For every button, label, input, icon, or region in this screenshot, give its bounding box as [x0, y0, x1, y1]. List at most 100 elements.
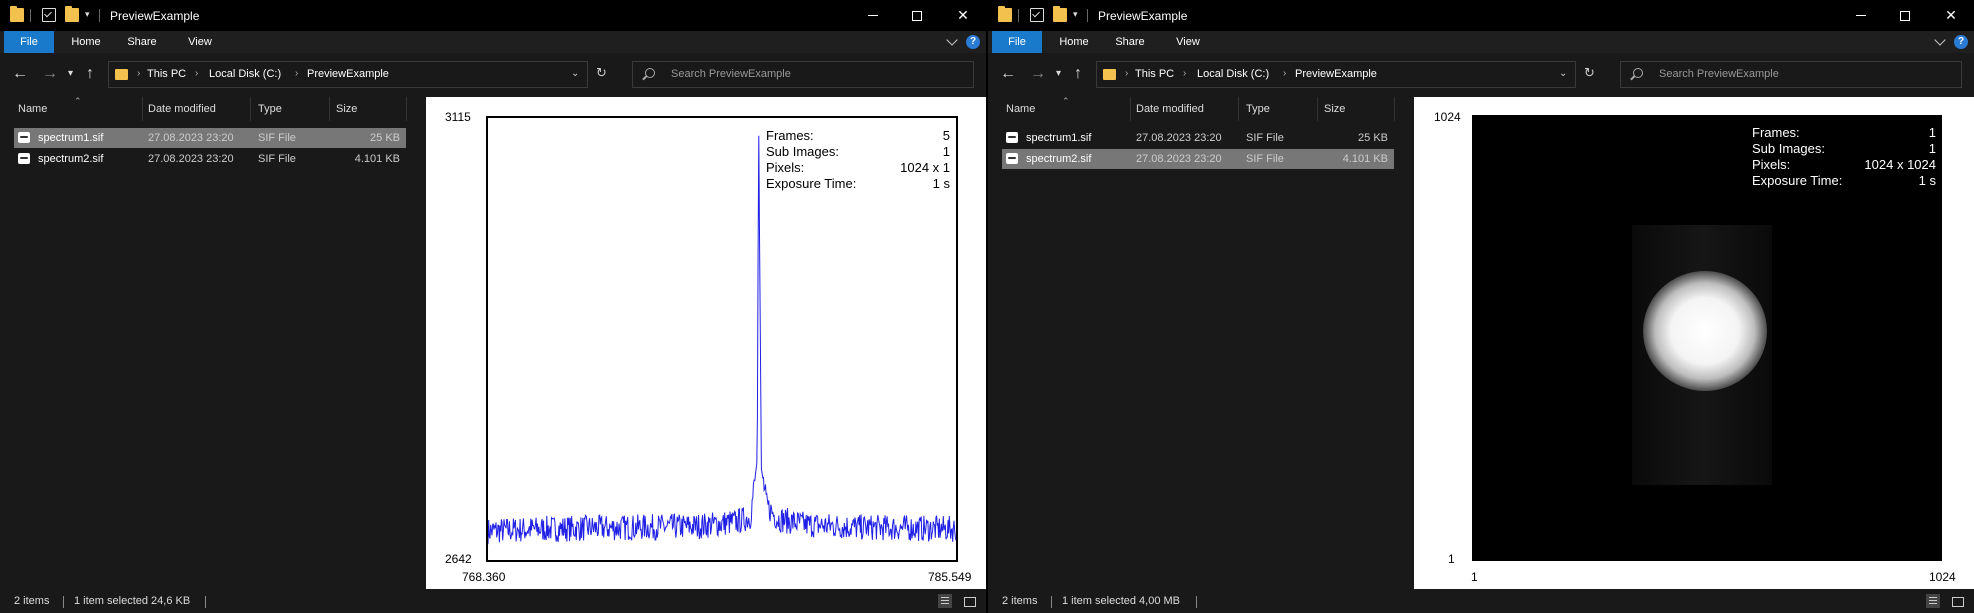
column-size[interactable]: Size — [1324, 103, 1345, 115]
maximize-button[interactable] — [1882, 0, 1928, 31]
large-icons-view-icon[interactable] — [962, 594, 976, 608]
chevron-right-icon[interactable]: › — [195, 68, 198, 79]
forward-arrow-icon[interactable]: → — [42, 65, 58, 83]
customize-toolbar-icon[interactable]: ▾ — [85, 9, 90, 20]
close-button[interactable]: ✕ — [1928, 0, 1974, 31]
x-min-label: 1 — [1471, 570, 1478, 584]
chevron-down-icon[interactable]: ⌄ — [1559, 68, 1567, 79]
file-type: SIF File — [1246, 132, 1284, 144]
x-min-label: 768.360 — [462, 570, 506, 584]
address-bar[interactable]: › This PC › Local Disk (C:) › PreviewExa… — [108, 61, 588, 88]
file-size: 4.101 KB — [354, 153, 400, 165]
chevron-right-icon[interactable]: › — [137, 68, 140, 79]
divider[interactable] — [1130, 97, 1131, 121]
minimize-button[interactable] — [850, 0, 896, 31]
search-box[interactable]: Search PreviewExample — [1620, 61, 1962, 88]
file-date: 27.08.2023 23:20 — [1136, 132, 1222, 144]
y-max-label: 1024 — [1434, 110, 1461, 124]
divider[interactable] — [250, 97, 251, 121]
column-name[interactable]: Name — [18, 103, 47, 115]
expand-ribbon-icon[interactable] — [946, 34, 958, 46]
column-type[interactable]: Type — [258, 103, 282, 115]
list-item[interactable]: spectrum1.sif 27.08.2023 23:20 SIF File … — [1002, 128, 1394, 148]
chevron-right-icon[interactable]: › — [1283, 68, 1286, 79]
recent-locations-icon[interactable]: ▾ — [68, 68, 73, 79]
back-arrow-icon[interactable]: ← — [12, 65, 28, 83]
new-folder-icon[interactable] — [1053, 6, 1067, 22]
x-max-label: 1024 — [1929, 570, 1956, 584]
tab-view[interactable]: View — [178, 31, 222, 53]
back-arrow-icon[interactable]: ← — [1000, 65, 1016, 83]
column-date-modified[interactable]: Date modified — [1136, 103, 1204, 115]
column-type[interactable]: Type — [1246, 103, 1270, 115]
tab-home[interactable]: Home — [64, 31, 108, 53]
file-date: 27.08.2023 23:20 — [148, 132, 234, 144]
tab-share[interactable]: Share — [120, 31, 164, 53]
breadcrumb-folder[interactable]: PreviewExample — [307, 68, 389, 80]
customize-toolbar-icon[interactable]: ▾ — [1073, 9, 1078, 20]
preview-pane: 3115 2642 768.360 785.549 Frames: 5 Sub I… — [426, 97, 986, 589]
divider[interactable] — [329, 97, 330, 121]
refresh-icon[interactable]: ↻ — [1584, 65, 1595, 81]
info-row: Frames: 1 — [1752, 125, 1936, 140]
divider — [30, 9, 31, 22]
chevron-right-icon[interactable]: › — [1125, 68, 1128, 79]
list-item[interactable]: spectrum2.sif 27.08.2023 23:20 SIF File … — [1002, 149, 1394, 169]
refresh-icon[interactable]: ↻ — [596, 65, 607, 81]
chevron-right-icon[interactable]: › — [1183, 68, 1186, 79]
folder-icon — [115, 69, 128, 80]
tab-home[interactable]: Home — [1052, 31, 1096, 53]
ribbon: File Home Share View ? — [988, 31, 1974, 53]
divider[interactable] — [1394, 97, 1395, 121]
item-count: 2 items — [1002, 595, 1038, 607]
column-name[interactable]: Name — [1006, 103, 1035, 115]
maximize-button[interactable] — [894, 0, 940, 31]
close-button[interactable]: ✕ — [940, 0, 986, 31]
breadcrumb-folder[interactable]: PreviewExample — [1295, 68, 1377, 80]
up-arrow-icon[interactable]: ↑ — [1074, 65, 1082, 83]
expand-ribbon-icon[interactable] — [1934, 34, 1946, 46]
divider[interactable] — [1238, 97, 1239, 121]
tab-share[interactable]: Share — [1108, 31, 1152, 53]
chevron-down-icon[interactable]: ⌄ — [571, 68, 579, 79]
info-row: Sub Images: 1 — [1752, 141, 1936, 156]
tab-file[interactable]: File — [4, 31, 54, 53]
tab-file[interactable]: File — [992, 31, 1042, 53]
help-icon[interactable]: ? — [1954, 35, 1968, 49]
column-header: ⌃ Name Date modified Type Size — [0, 96, 426, 121]
sif-file-icon — [1006, 153, 1018, 164]
properties-icon[interactable] — [42, 8, 56, 22]
help-icon[interactable]: ? — [966, 35, 980, 49]
file-list: ⌃ Name Date modified Type Size spectrum1… — [988, 96, 1414, 589]
properties-icon[interactable] — [1030, 8, 1044, 22]
up-arrow-icon[interactable]: ↑ — [86, 65, 94, 83]
search-box[interactable]: Search PreviewExample — [632, 61, 974, 88]
details-view-icon[interactable] — [938, 594, 952, 608]
metadata-panel: Frames: 5 Sub Images: 1 Pixels: 1024 x 1 Ex… — [766, 128, 950, 192]
sif-file-icon — [18, 153, 30, 164]
address-bar[interactable]: › This PC › Local Disk (C:) › PreviewExa… — [1096, 61, 1576, 88]
large-icons-view-icon[interactable] — [1950, 594, 1964, 608]
column-date-modified[interactable]: Date modified — [148, 103, 216, 115]
list-item[interactable]: spectrum2.sif 27.08.2023 23:20 SIF File … — [14, 149, 406, 169]
breadcrumb-this-pc[interactable]: This PC — [147, 68, 186, 80]
divider[interactable] — [142, 97, 143, 121]
file-date: 27.08.2023 23:20 — [148, 153, 234, 165]
recent-locations-icon[interactable]: ▾ — [1056, 68, 1061, 79]
breadcrumb-local-disk[interactable]: Local Disk (C:) — [1197, 68, 1269, 80]
minimize-button[interactable] — [1838, 0, 1884, 31]
divider[interactable] — [406, 97, 407, 121]
divider[interactable] — [1317, 97, 1318, 121]
details-view-icon[interactable] — [1926, 594, 1940, 608]
breadcrumb-local-disk[interactable]: Local Disk (C:) — [209, 68, 281, 80]
breadcrumb-this-pc[interactable]: This PC — [1135, 68, 1174, 80]
tab-view[interactable]: View — [1166, 31, 1210, 53]
light-spot — [1643, 271, 1767, 391]
sort-ascending-icon: ⌃ — [74, 96, 82, 106]
list-item[interactable]: spectrum1.sif 27.08.2023 23:20 SIF File … — [14, 128, 406, 148]
forward-arrow-icon[interactable]: → — [1030, 65, 1046, 83]
file-date: 27.08.2023 23:20 — [1136, 153, 1222, 165]
chevron-right-icon[interactable]: › — [295, 68, 298, 79]
new-folder-icon[interactable] — [65, 6, 79, 22]
column-size[interactable]: Size — [336, 103, 357, 115]
